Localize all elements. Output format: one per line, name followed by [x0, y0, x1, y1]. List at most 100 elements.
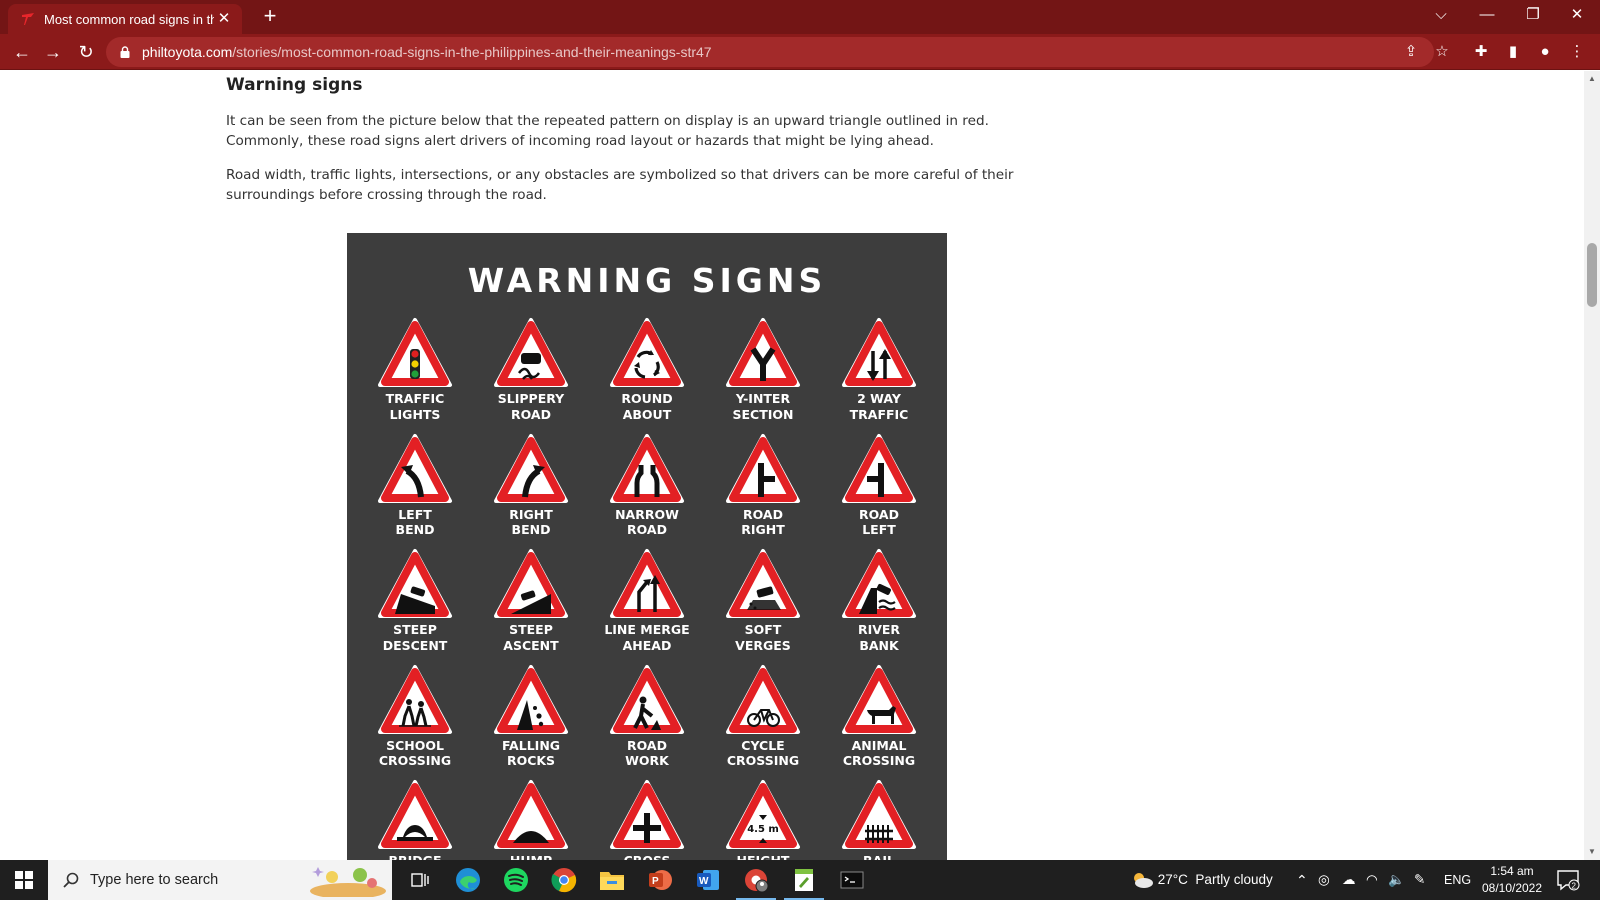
clock-date: 08/10/2022	[1481, 881, 1543, 895]
bridge-icon	[378, 780, 452, 849]
meet-now-icon[interactable]: ◎	[1318, 860, 1330, 900]
steep-ascent-icon	[494, 549, 568, 618]
sign-label: RIVER BANK	[857, 622, 901, 653]
system-clock[interactable]: 1:54 am 08/10/2022	[1474, 863, 1550, 897]
restore-icon[interactable]: ❐	[1510, 0, 1556, 30]
onedrive-icon[interactable]: ☁	[1342, 860, 1356, 900]
sign-label: NARROW ROAD	[615, 506, 679, 538]
weather-widget[interactable]: 27°C Partly cloudy	[1130, 860, 1273, 900]
warning-sign-item: HUMP	[473, 779, 589, 860]
tab-search-chevron-icon[interactable]: ⌵	[1418, 0, 1464, 30]
task-view-icon[interactable]	[396, 860, 444, 900]
pen-icon[interactable]: ✎	[1414, 860, 1425, 900]
chrome-icon[interactable]	[540, 860, 588, 900]
cross-icon	[610, 780, 684, 849]
edge-browser-icon[interactable]	[444, 860, 492, 900]
clock-time: 1:54 am	[1490, 864, 1534, 878]
sign-label: LEFT BEND	[395, 506, 435, 538]
traffic-lights-icon	[378, 318, 452, 387]
school-crossing-icon	[378, 664, 452, 734]
taskbar-search-box[interactable]: Type here to search	[48, 860, 392, 900]
menu-kebab-icon[interactable]: ⋮	[1566, 41, 1588, 63]
active-tab[interactable]: Most common road signs in the Philippine…	[8, 4, 242, 34]
animal-crossing-icon	[842, 664, 916, 734]
warning-sign-item: TRAFFIC LIGHTS	[357, 317, 473, 433]
minimize-icon[interactable]: —	[1464, 0, 1510, 30]
tray-overflow-chevron-icon[interactable]: ⌃	[1296, 860, 1308, 900]
warning-sign-item: ROAD RIGHT	[705, 433, 821, 549]
warning-sign-item: ROUND ABOUT	[589, 317, 705, 433]
sign-label: CROSS	[589, 853, 705, 860]
right-bend-icon	[494, 433, 568, 503]
share-icon[interactable]: ⇪	[1400, 41, 1422, 63]
chrome-profile-active-icon[interactable]	[732, 860, 780, 900]
url-host: philtoyota.com	[142, 44, 233, 60]
svg-text:P: P	[652, 876, 659, 887]
warning-sign-item: NARROW ROAD	[589, 433, 705, 549]
sign-label: HUMP	[473, 853, 589, 860]
volume-icon[interactable]: 🔈	[1388, 860, 1405, 900]
language-indicator[interactable]: ENG	[1444, 860, 1471, 900]
sign-label: ROAD LEFT	[859, 506, 899, 538]
word-icon[interactable]: W	[684, 860, 732, 900]
svg-text:W: W	[699, 876, 709, 887]
scroll-down-arrow-icon[interactable]: ▼	[1584, 844, 1600, 860]
sign-label: HEIGHT	[705, 853, 821, 860]
back-arrow-icon[interactable]: ←	[10, 40, 34, 64]
warning-sign-item: SOFT VERGES	[705, 548, 821, 664]
reload-icon[interactable]: ↻	[74, 40, 98, 64]
tab-close-icon[interactable]: ✕	[214, 9, 234, 29]
windows-start-button[interactable]	[0, 860, 48, 900]
scroll-up-arrow-icon[interactable]: ▲	[1584, 71, 1600, 87]
warning-sign-item: ROAD WORK	[589, 664, 705, 780]
powerpoint-icon[interactable]: P	[636, 860, 684, 900]
warning-sign-item: 2 WAY TRAFFIC	[821, 317, 937, 433]
extensions-puzzle-icon[interactable]: ✚	[1470, 41, 1492, 63]
new-tab-button[interactable]: +	[258, 5, 282, 29]
url-text: philtoyota.com/stories/most-common-road-…	[142, 44, 712, 60]
notification-center-icon[interactable]: 2	[1556, 869, 1580, 891]
warning-sign-item: ROAD LEFT	[821, 433, 937, 549]
windows-taskbar: Type here to search P W 27°C Partly clou…	[0, 860, 1600, 900]
roundabout-icon	[610, 318, 684, 387]
warning-sign-item: SLIPPERY ROAD	[473, 317, 589, 433]
road-right-icon	[726, 433, 800, 503]
sign-label: SOFT VERGES	[735, 622, 791, 653]
spotify-icon[interactable]	[492, 860, 540, 900]
profile-avatar-icon[interactable]: ●	[1534, 41, 1556, 63]
sign-label: SCHOOL CROSSING	[378, 737, 452, 769]
side-panel-icon[interactable]: ▮	[1502, 41, 1524, 63]
hump-icon	[494, 780, 568, 849]
y-intersection-icon	[726, 318, 800, 387]
forward-arrow-icon[interactable]: →	[41, 40, 65, 64]
weather-text: 27°C Partly cloudy	[1157, 872, 1273, 887]
bookmark-star-icon[interactable]: ☆	[1431, 41, 1453, 63]
close-window-icon[interactable]: ✕	[1554, 0, 1600, 30]
steep-descent-icon	[378, 549, 452, 618]
slippery-road-icon	[494, 318, 568, 387]
left-bend-icon	[378, 433, 452, 503]
height-limit-text: 4.5 m	[747, 824, 779, 835]
article-paragraph: Road width, traffic lights, intersection…	[226, 167, 1014, 203]
warning-sign-item: RAIL	[821, 779, 937, 860]
sign-label: LINE MERGE AHEAD	[604, 622, 690, 653]
warning-sign-item: SCHOOL CROSSING	[357, 664, 473, 780]
soft-verges-icon	[726, 549, 800, 618]
notepad-plus-icon[interactable]	[780, 860, 828, 900]
warning-sign-item: FALLING ROCKS	[473, 664, 589, 780]
warning-sign-item: RIGHT BEND	[473, 433, 589, 549]
narrow-road-icon	[610, 433, 684, 503]
file-explorer-icon[interactable]	[588, 860, 636, 900]
warning-sign-item: ANIMAL CROSSING	[821, 664, 937, 780]
wifi-icon[interactable]: ◠	[1366, 860, 1378, 900]
search-placeholder: Type here to search	[90, 872, 219, 888]
height-icon: 4.5 m	[726, 780, 800, 849]
windows-logo-icon	[15, 871, 33, 889]
partly-cloudy-icon	[1134, 873, 1153, 889]
scrollbar-thumb[interactable]	[1587, 243, 1597, 307]
page-scrollbar[interactable]: ▲ ▼	[1584, 71, 1600, 860]
address-bar[interactable]: philtoyota.com/stories/most-common-road-…	[106, 37, 1434, 67]
warning-sign-item: STEEP ASCENT	[473, 548, 589, 664]
sign-label: ANIMAL CROSSING	[842, 737, 916, 769]
terminal-icon[interactable]	[828, 860, 876, 900]
